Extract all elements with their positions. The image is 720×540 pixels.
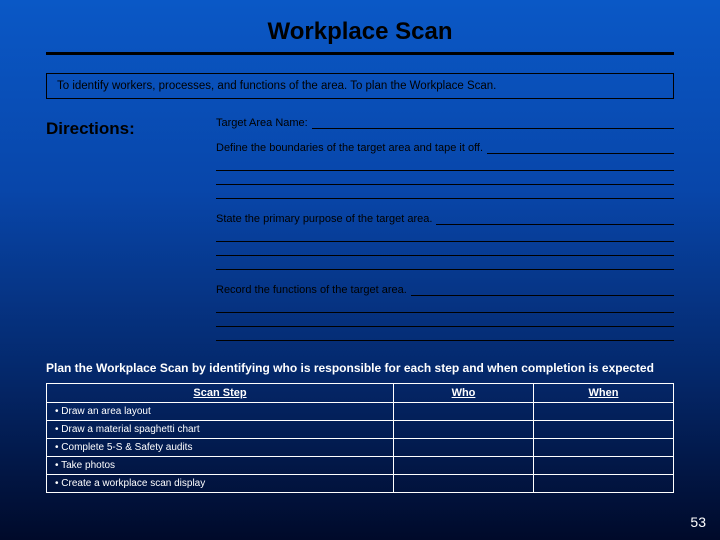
step-cell: Complete 5-S & Safety audits [47, 438, 394, 456]
who-cell[interactable] [394, 438, 534, 456]
scan-table: Scan Step Who When Draw an area layout D… [46, 383, 674, 493]
primary-purpose-blank-2[interactable] [216, 242, 674, 256]
functions-blank-2[interactable] [216, 313, 674, 327]
boundaries-blank-3[interactable] [216, 185, 674, 199]
target-area-blank[interactable] [312, 117, 674, 129]
page-title: Workplace Scan [46, 18, 674, 48]
page-number: 53 [690, 514, 706, 530]
plan-heading: Plan the Workplace Scan by identifying w… [46, 361, 674, 377]
functions-blank-inline[interactable] [411, 284, 674, 296]
when-cell[interactable] [534, 420, 674, 438]
table-row: Draw an area layout [47, 402, 674, 420]
when-cell[interactable] [534, 438, 674, 456]
directions-heading: Directions: [46, 117, 216, 341]
col-header-step: Scan Step [47, 383, 394, 402]
who-cell[interactable] [394, 474, 534, 492]
target-area-label: Target Area Name: [216, 117, 308, 129]
who-cell[interactable] [394, 402, 534, 420]
directions-row: Directions: Target Area Name: Define the… [46, 117, 674, 341]
table-row: Create a workplace scan display [47, 474, 674, 492]
primary-purpose-label: State the primary purpose of the target … [216, 213, 432, 225]
title-underline [46, 52, 674, 55]
step-cell: Draw a material spaghetti chart [47, 420, 394, 438]
who-cell[interactable] [394, 420, 534, 438]
functions-blank-1[interactable] [216, 299, 674, 313]
when-cell[interactable] [534, 474, 674, 492]
table-header-row: Scan Step Who When [47, 383, 674, 402]
who-cell[interactable] [394, 456, 534, 474]
functions-blank-3[interactable] [216, 327, 674, 341]
primary-purpose-blank-inline[interactable] [436, 213, 674, 225]
boundaries-label: Define the boundaries of the target area… [216, 142, 483, 154]
step-cell: Draw an area layout [47, 402, 394, 420]
primary-purpose-blank-1[interactable] [216, 228, 674, 242]
table-row: Draw a material spaghetti chart [47, 420, 674, 438]
step-cell: Create a workplace scan display [47, 474, 394, 492]
boundaries-blank-2[interactable] [216, 171, 674, 185]
slide: Workplace Scan To identify workers, proc… [0, 0, 720, 540]
when-cell[interactable] [534, 456, 674, 474]
col-header-when: When [534, 383, 674, 402]
table-row: Complete 5-S & Safety audits [47, 438, 674, 456]
col-header-who: Who [394, 383, 534, 402]
functions-label: Record the functions of the target area. [216, 284, 407, 296]
step-cell: Take photos [47, 456, 394, 474]
primary-purpose-blank-3[interactable] [216, 256, 674, 270]
boundaries-blank-1[interactable] [216, 157, 674, 171]
purpose-box: To identify workers, processes, and func… [46, 73, 674, 99]
table-row: Take photos [47, 456, 674, 474]
directions-body: Target Area Name: Define the boundaries … [216, 117, 674, 341]
when-cell[interactable] [534, 402, 674, 420]
boundaries-blank-inline[interactable] [487, 142, 674, 154]
